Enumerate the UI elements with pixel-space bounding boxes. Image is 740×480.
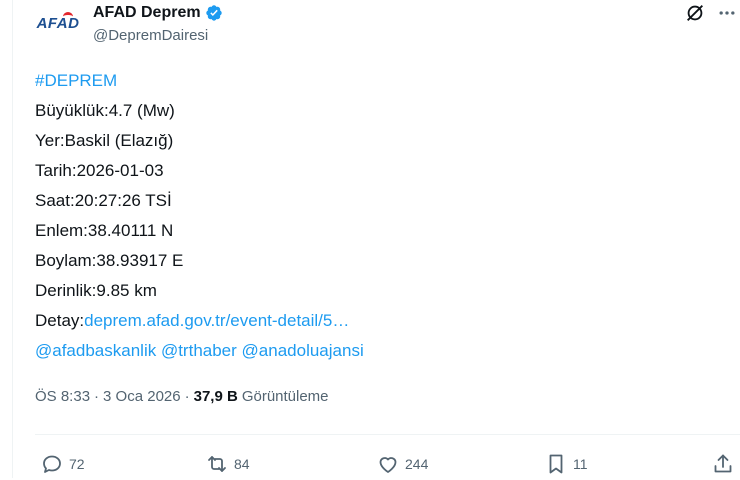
reply-button[interactable]: 72: [40, 450, 85, 478]
views-label: Görüntüleme: [241, 388, 329, 405]
hashtag-link[interactable]: #DEPREM: [35, 71, 117, 90]
tweet-line-magnitude: Büyüklük:4.7 (Mw): [35, 101, 175, 120]
tweet-text: #DEPREM Büyüklük:4.7 (Mw) Yer:Baskil (El…: [35, 66, 364, 366]
mention-trthaber[interactable]: @trthaber: [161, 341, 237, 360]
meta-separator: ·: [94, 388, 100, 405]
meta-separator-2: ·: [184, 388, 190, 405]
action-bar: 72 84 244 11: [0, 450, 740, 480]
author-handle[interactable]: @DepremDairesi: [93, 27, 208, 44]
tweet-line-latitude: Enlem:38.40111 N: [35, 221, 174, 240]
verified-badge-icon: [205, 5, 222, 21]
author-display-name[interactable]: AFAD Deprem: [93, 4, 201, 22]
tweet-line-date: Tarih:2026-01-03: [35, 161, 164, 180]
more-options-button[interactable]: [716, 2, 738, 24]
divider: [35, 434, 740, 435]
detail-link[interactable]: deprem.afad.gov.tr/event-detail/5…: [84, 311, 349, 330]
reply-count: 72: [69, 456, 85, 472]
author-name-row: AFAD Deprem: [93, 3, 223, 23]
heart-icon: [379, 457, 397, 473]
repost-icon: [208, 456, 226, 472]
mention-anadoluajansi[interactable]: @anadoluajansi: [242, 341, 364, 360]
reply-icon: [43, 455, 61, 473]
bookmark-button[interactable]: 11: [544, 450, 588, 478]
tweet-time[interactable]: ÖS 8:33: [35, 388, 90, 405]
tweet-line-longitude: Boylam:38.93917 E: [35, 251, 184, 270]
avatar[interactable]: AFAD: [33, 10, 83, 36]
more-dots-icon: [719, 11, 735, 15]
repost-button[interactable]: 84: [205, 450, 250, 478]
grok-button[interactable]: [684, 2, 706, 24]
share-icon: [714, 454, 732, 473]
like-count: 244: [405, 456, 429, 472]
grok-icon: [687, 5, 703, 21]
tweet-date[interactable]: 3 Oca 2026: [103, 388, 181, 405]
afad-logo-mark-icon: [63, 12, 73, 21]
bookmark-icon: [549, 454, 563, 474]
tweet-line-location: Yer:Baskil (Elazığ): [35, 131, 174, 150]
repost-count: 84: [234, 456, 250, 472]
views-count[interactable]: 37,9 B: [194, 388, 238, 405]
detail-label: Detay:: [35, 311, 85, 330]
tweet-line-time: Saat:20:27:26 TSİ: [35, 191, 172, 210]
mention-afadbaskanlik[interactable]: @afadbaskanlik: [35, 341, 156, 360]
bookmark-count: 11: [573, 456, 588, 472]
share-button[interactable]: [711, 450, 735, 478]
tweet-meta: ÖS 8:33 · 3 Oca 2026 · 37,9 B Görüntülem…: [35, 388, 329, 405]
tweet-line-depth: Derinlik:9.85 km: [35, 281, 157, 300]
like-button[interactable]: 244: [376, 450, 428, 478]
